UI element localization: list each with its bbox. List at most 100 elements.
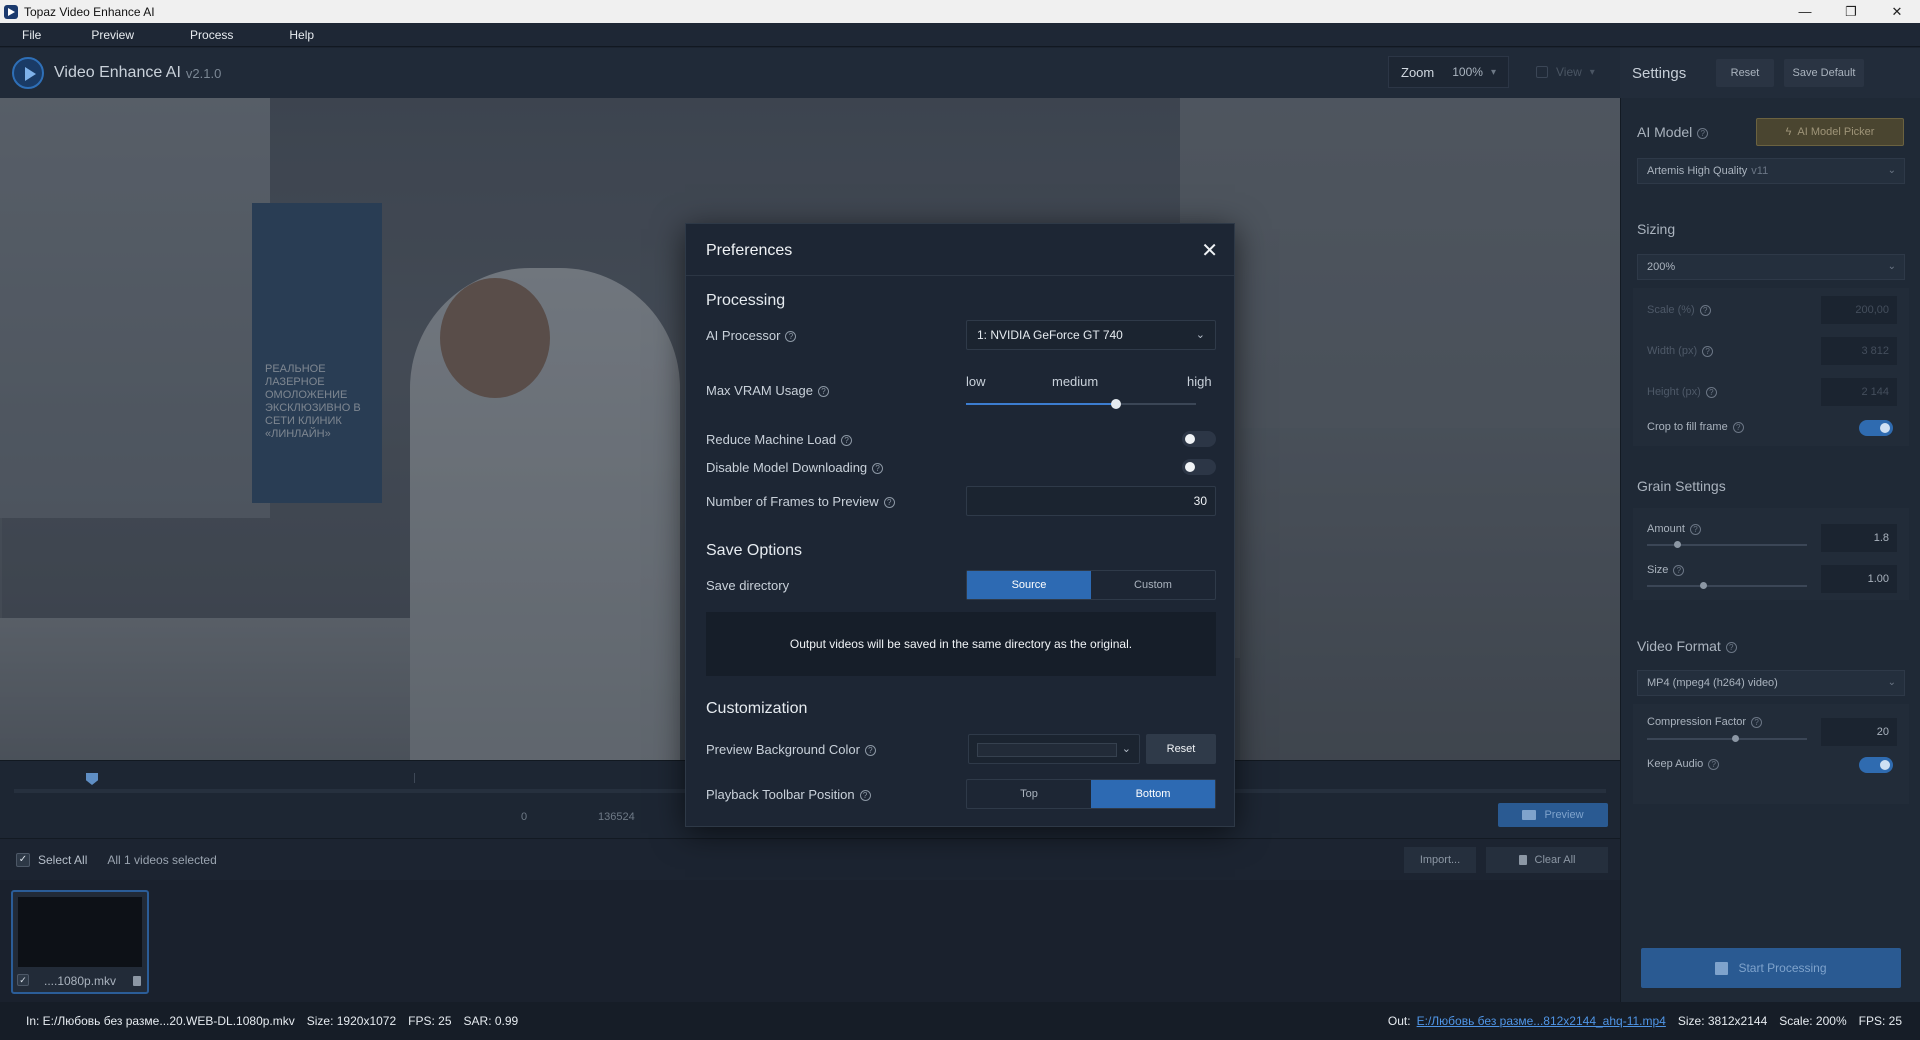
- input-fps: FPS: 25: [408, 1014, 452, 1028]
- vram-high-label: high: [1187, 374, 1212, 389]
- help-icon[interactable]: ?: [1697, 127, 1709, 139]
- amount-slider[interactable]: [1647, 541, 1807, 548]
- vram-slider-knob[interactable]: [1110, 399, 1121, 409]
- select-all-label[interactable]: Select All: [38, 853, 87, 867]
- size-slider[interactable]: [1647, 582, 1807, 589]
- help-icon[interactable]: ?: [872, 463, 884, 475]
- import-button[interactable]: Import...: [1404, 847, 1476, 873]
- size-input[interactable]: 1.00: [1821, 565, 1897, 593]
- video-list: ✓ ....1080p.mkv: [0, 880, 1620, 1002]
- scale-input[interactable]: 200,00: [1821, 296, 1897, 324]
- compression-slider[interactable]: [1647, 735, 1807, 742]
- disable-download-label: Disable Model Downloading?: [706, 460, 884, 475]
- chevron-down-icon: ⌄: [1195, 329, 1205, 341]
- preferences-header: Preferences ✕: [686, 224, 1234, 276]
- help-icon[interactable]: ?: [1702, 345, 1714, 357]
- ai-processor-select[interactable]: 1: NVIDIA GeForce GT 740 ⌄: [966, 320, 1216, 350]
- processing-section-title: Processing: [706, 292, 786, 309]
- settings-reset-button[interactable]: Reset: [1716, 59, 1774, 87]
- crop-toggle[interactable]: [1859, 420, 1893, 436]
- output-label: Out:: [1387, 1014, 1411, 1028]
- help-icon[interactable]: ?: [1732, 421, 1744, 433]
- bg-color-reset-button[interactable]: Reset: [1146, 734, 1216, 764]
- help-icon[interactable]: ?: [1673, 564, 1685, 576]
- start-processing-button[interactable]: Start Processing: [1641, 948, 1901, 988]
- help-icon[interactable]: ?: [1708, 758, 1720, 770]
- close-window-icon[interactable]: ✕: [1874, 0, 1920, 23]
- status-bar: In: E:/Любовь без разме...20.WEB-DL.1080…: [0, 1002, 1920, 1040]
- vram-medium-label: medium: [1052, 374, 1099, 389]
- ai-model-version: v11: [1751, 165, 1769, 177]
- video-thumbnail-card[interactable]: ✓ ....1080p.mkv: [11, 890, 149, 994]
- size-slider-knob[interactable]: [1700, 582, 1707, 589]
- menu-file[interactable]: File: [0, 28, 55, 42]
- disable-download-toggle[interactable]: [1182, 459, 1216, 475]
- playhead-marker[interactable]: [86, 773, 98, 785]
- chevron-down-icon: ⌄: [1887, 261, 1896, 272]
- help-icon[interactable]: ?: [841, 435, 853, 447]
- menu-help[interactable]: Help: [275, 28, 328, 42]
- save-custom-button[interactable]: Custom: [1091, 571, 1215, 599]
- vram-slider[interactable]: [966, 399, 1196, 409]
- output-path-link[interactable]: E:/Любовь без разме...812x2144_ahq-11.mp…: [1417, 1014, 1666, 1028]
- menu-preview[interactable]: Preview: [77, 28, 148, 42]
- ai-model-name: Artemis High Quality: [1647, 165, 1748, 177]
- save-icon: [1715, 961, 1729, 975]
- view-toggle[interactable]: View ▾: [1530, 56, 1601, 88]
- reduce-load-toggle[interactable]: [1182, 431, 1216, 447]
- input-size: Size: 1920x1072: [306, 1014, 397, 1028]
- help-icon[interactable]: ?: [859, 790, 871, 802]
- input-path: In: E:/Любовь без разме...20.WEB-DL.1080…: [26, 1014, 295, 1028]
- view-checkbox[interactable]: [1536, 66, 1548, 78]
- save-default-button[interactable]: Save Default: [1784, 59, 1864, 87]
- trash-icon[interactable]: [133, 976, 141, 986]
- preview-button[interactable]: Preview: [1498, 803, 1608, 827]
- help-icon[interactable]: ?: [1751, 716, 1763, 728]
- preferences-dialog: Preferences ✕ Processing AI Processor? 1…: [685, 223, 1235, 827]
- ai-model-select[interactable]: Artemis High Quality v11 ⌄: [1637, 158, 1905, 184]
- video-format-select[interactable]: MP4 (mpeg4 (h264) video) ⌄: [1637, 670, 1905, 696]
- bg-color-select[interactable]: ⌄: [968, 734, 1140, 764]
- vram-label: Max VRAM Usage?: [706, 383, 829, 398]
- help-icon[interactable]: ?: [785, 331, 797, 343]
- compression-label: Compression Factor?: [1647, 716, 1763, 728]
- output-scale: Scale: 200%: [1779, 1014, 1847, 1028]
- compression-input[interactable]: 20: [1821, 718, 1897, 746]
- help-icon[interactable]: ?: [883, 497, 895, 509]
- width-label: Width (px)?: [1647, 345, 1714, 357]
- minimize-icon[interactable]: —: [1782, 0, 1828, 23]
- sizing-select[interactable]: 200% ⌄: [1637, 254, 1905, 280]
- scale-label: Scale (%)?: [1647, 304, 1711, 316]
- help-icon[interactable]: ?: [1689, 523, 1701, 535]
- window-title: Topaz Video Enhance AI: [24, 4, 155, 19]
- help-icon[interactable]: ?: [817, 386, 829, 398]
- close-icon[interactable]: ✕: [1201, 238, 1218, 263]
- ai-model-picker-button[interactable]: ϟ AI Model Picker: [1756, 118, 1904, 146]
- toolbar-bottom-button[interactable]: Bottom: [1091, 780, 1215, 808]
- amount-input[interactable]: 1.8: [1821, 524, 1897, 552]
- zoom-value[interactable]: 100%: [1452, 65, 1483, 79]
- sizing-value: 200%: [1647, 261, 1676, 273]
- play-logo-icon: [12, 57, 44, 89]
- width-input[interactable]: 3 812: [1821, 337, 1897, 365]
- compression-slider-knob[interactable]: [1732, 735, 1739, 742]
- menu-process[interactable]: Process: [176, 28, 247, 42]
- clear-all-button[interactable]: Clear All: [1486, 847, 1608, 873]
- select-all-checkbox[interactable]: ✓: [16, 852, 30, 867]
- toolbar-position-label: Playback Toolbar Position?: [706, 787, 871, 802]
- frames-preview-input[interactable]: 30: [966, 486, 1216, 516]
- help-icon[interactable]: ?: [1705, 386, 1717, 398]
- height-input[interactable]: 2 144: [1821, 378, 1897, 406]
- keep-audio-toggle[interactable]: [1859, 757, 1893, 773]
- app-logo-icon: [4, 4, 18, 19]
- output-fps: FPS: 25: [1858, 1014, 1902, 1028]
- help-icon[interactable]: ?: [864, 745, 876, 757]
- save-source-button[interactable]: Source: [967, 571, 1091, 599]
- zoom-control[interactable]: Zoom 100% ▾: [1388, 56, 1509, 88]
- grain-title: Grain Settings: [1637, 478, 1726, 494]
- restore-icon[interactable]: ❐: [1828, 0, 1874, 23]
- help-icon[interactable]: ?: [1699, 304, 1711, 316]
- help-icon[interactable]: ?: [1725, 641, 1737, 653]
- toolbar-top-button[interactable]: Top: [967, 780, 1091, 808]
- video-checkbox[interactable]: ✓: [17, 974, 29, 986]
